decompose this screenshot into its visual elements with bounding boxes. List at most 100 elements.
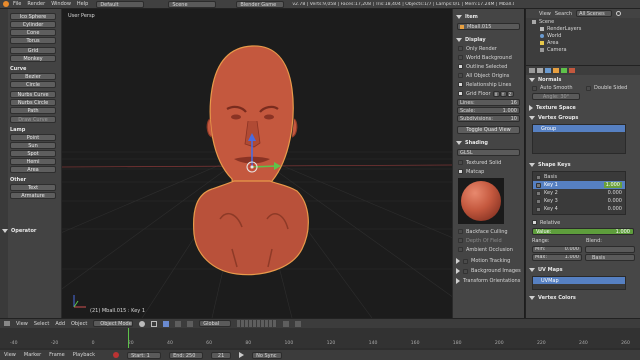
shading-panel-header[interactable]: Shading bbox=[453, 139, 524, 147]
menu-window[interactable]: Window bbox=[51, 1, 71, 7]
vertex-groups-panel-header[interactable]: Vertex Groups bbox=[526, 113, 640, 123]
render-engine-select[interactable]: Blender Game bbox=[236, 0, 285, 8]
grid-scale-field[interactable]: Scale: 1.000 bbox=[457, 107, 520, 114]
outliner-item-scene[interactable]: Scene bbox=[526, 18, 640, 25]
add-spot-lamp-button[interactable]: Spot bbox=[10, 150, 56, 157]
all-object-origins-checkbox[interactable]: All Object Origins bbox=[458, 71, 524, 80]
item-panel-header[interactable]: Item bbox=[453, 13, 524, 21]
render-tab-icon[interactable] bbox=[529, 68, 535, 73]
add-sun-lamp-button[interactable]: Sun bbox=[10, 142, 56, 149]
outliner-view-menu[interactable]: View bbox=[539, 11, 551, 17]
add-circle-button[interactable]: Circle bbox=[10, 81, 56, 88]
shape-key-item[interactable]: Key 3 0.000 bbox=[533, 197, 625, 205]
axis-y-toggle[interactable]: Y bbox=[499, 90, 507, 97]
grid-lines-field[interactable]: Lines: 16 bbox=[457, 99, 520, 106]
transform-orientation-select[interactable]: Global bbox=[199, 320, 232, 327]
shape-keys-panel-header[interactable]: Shape Keys bbox=[526, 160, 640, 170]
3d-viewport[interactable]: User Persp (21) Mball.015 : Key 1 bbox=[62, 9, 452, 318]
layers-grid[interactable] bbox=[237, 320, 278, 327]
vertex-group-item[interactable]: Group bbox=[533, 125, 625, 132]
shape-key-item[interactable]: Key 2 0.000 bbox=[533, 189, 625, 197]
view-menu[interactable]: View bbox=[16, 321, 28, 327]
add-nurbs-curve-button[interactable]: Nurbs Curve bbox=[10, 91, 56, 98]
grid-subdivisions-field[interactable]: Subdivisions: 10 bbox=[457, 115, 520, 122]
add-monkey-button[interactable]: Monkey bbox=[10, 55, 56, 62]
world-tab-icon[interactable] bbox=[545, 68, 551, 73]
add-grid-button[interactable]: Grid bbox=[10, 47, 56, 54]
object-menu[interactable]: Object bbox=[71, 321, 87, 327]
grid-floor-checkbox[interactable]: Grid Floor bbox=[458, 91, 493, 97]
textured-solid-checkbox[interactable]: Textured Solid bbox=[458, 158, 524, 167]
outliner-item-renderlayers[interactable]: RenderLayers bbox=[526, 25, 640, 32]
scene-tab-icon[interactable] bbox=[537, 68, 543, 73]
play-icon[interactable] bbox=[239, 352, 245, 358]
add-path-button[interactable]: Path bbox=[10, 107, 56, 114]
start-frame-field[interactable]: Start: 1 bbox=[127, 351, 162, 359]
auto-smooth-checkbox[interactable]: Auto Smooth bbox=[532, 85, 586, 91]
uv-maps-panel-header[interactable]: UV Maps bbox=[526, 265, 640, 275]
add-point-lamp-button[interactable]: Point bbox=[10, 134, 56, 141]
shape-key-item[interactable]: Key 4 0.000 bbox=[533, 205, 625, 213]
add-cylinder-button[interactable]: Cylinder bbox=[10, 21, 56, 28]
scene-select[interactable]: Scene bbox=[168, 0, 217, 8]
menu-render[interactable]: Render bbox=[27, 1, 45, 7]
pivot-icon[interactable] bbox=[151, 320, 158, 327]
object-name-field[interactable]: Mball.015 bbox=[457, 23, 520, 30]
menu-help[interactable]: Help bbox=[77, 1, 88, 7]
toggle-quad-view-button[interactable]: Toggle Quad View bbox=[457, 126, 520, 134]
relationship-lines-checkbox[interactable]: Relationship Lines bbox=[458, 80, 524, 89]
matcap-checkbox[interactable]: Matcap bbox=[458, 167, 524, 176]
timeline-view-menu[interactable]: View bbox=[4, 352, 16, 358]
add-ico-sphere-button[interactable]: Ico Sphere bbox=[10, 13, 56, 20]
timeline-frame-menu[interactable]: Frame bbox=[49, 352, 65, 358]
record-icon[interactable] bbox=[113, 352, 120, 358]
texture-space-panel-header[interactable]: Texture Space bbox=[526, 103, 640, 113]
add-hemi-lamp-button[interactable]: Hemi bbox=[10, 158, 56, 165]
shading-sphere-icon[interactable] bbox=[139, 320, 146, 327]
shape-key-item[interactable]: Key 1 1.000 bbox=[533, 181, 625, 189]
material-tab-icon[interactable] bbox=[569, 68, 575, 73]
outliner-item-camera[interactable]: Camera bbox=[526, 46, 640, 53]
relative-key-field[interactable]: Basis bbox=[585, 253, 635, 261]
add-torus-button[interactable]: Torus bbox=[10, 37, 56, 44]
current-frame-field[interactable]: 21 bbox=[211, 351, 232, 359]
background-images-panel-header[interactable]: Background Images bbox=[453, 266, 524, 276]
object-tab-icon[interactable] bbox=[553, 68, 559, 73]
shape-value-slider[interactable]: Value: 1.000 bbox=[532, 228, 634, 235]
snap-icon[interactable] bbox=[283, 320, 290, 327]
head-sculpt-mesh[interactable] bbox=[192, 45, 309, 276]
auto-smooth-angle-field[interactable]: Angle: 30° bbox=[532, 93, 580, 100]
rotate-icon[interactable] bbox=[187, 320, 194, 327]
world-background-checkbox[interactable]: World Background bbox=[458, 53, 524, 62]
outliner-item-area[interactable]: Area bbox=[526, 39, 640, 46]
mode-select[interactable]: Object Mode bbox=[93, 320, 134, 327]
uv-map-item[interactable]: UVMap bbox=[533, 277, 625, 284]
only-render-checkbox[interactable]: Only Render bbox=[458, 44, 524, 53]
matcap-preview[interactable] bbox=[458, 178, 504, 224]
relative-checkbox[interactable]: Relative bbox=[526, 218, 640, 227]
shape-keys-list[interactable]: Basis Key 1 1.000 Key 2 0.000 Key 3 0.000 K… bbox=[532, 171, 626, 215]
vertex-colors-panel-header[interactable]: Vertex Colors bbox=[526, 293, 640, 303]
outliner-search-menu[interactable]: Search bbox=[555, 11, 572, 17]
add-bezier-button[interactable]: Bezier bbox=[10, 73, 56, 80]
current-frame-indicator[interactable] bbox=[128, 328, 129, 348]
shape-key-item[interactable]: Basis bbox=[533, 173, 625, 181]
motion-tracking-panel-header[interactable]: Motion Tracking bbox=[453, 256, 524, 266]
ambient-occlusion-checkbox[interactable]: Ambient Occlusion bbox=[458, 245, 524, 254]
add-nurbs-circle-button[interactable]: Nurbs Circle bbox=[10, 99, 56, 106]
editor-type-icon[interactable] bbox=[4, 321, 10, 326]
blender-logo-icon[interactable] bbox=[3, 1, 9, 7]
outliner-display-mode-select[interactable]: All Scenes bbox=[576, 10, 613, 17]
backface-culling-checkbox[interactable]: Backface Culling bbox=[458, 227, 524, 236]
outline-selected-checkbox[interactable]: Outline Selected bbox=[458, 62, 524, 71]
transform-orientations-panel-header[interactable]: Transform Orientations bbox=[453, 276, 524, 286]
range-max-field[interactable]: Max: 1.000 bbox=[532, 253, 582, 261]
add-menu[interactable]: Add bbox=[55, 321, 65, 327]
sync-mode-select[interactable]: No Sync bbox=[252, 351, 283, 359]
add-text-button[interactable]: Text bbox=[10, 184, 56, 191]
select-menu[interactable]: Select bbox=[34, 321, 49, 327]
draw-curve-button[interactable]: Draw Curve bbox=[10, 116, 56, 123]
outliner-item-world[interactable]: World bbox=[526, 32, 640, 39]
vertex-groups-list[interactable]: Group bbox=[532, 124, 626, 154]
shading-mode-select[interactable]: GLSL bbox=[457, 149, 520, 156]
